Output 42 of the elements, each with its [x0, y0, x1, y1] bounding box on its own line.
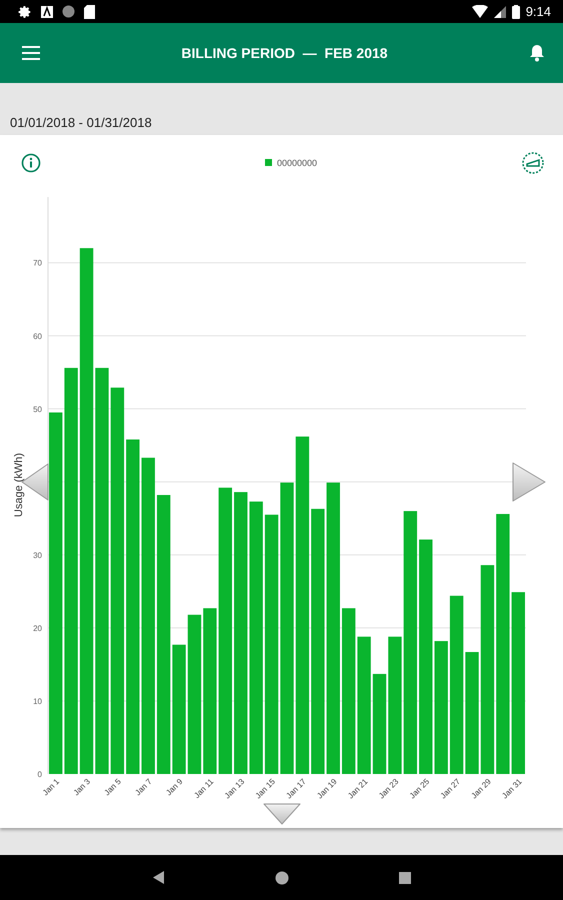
- y-tick-label: 60: [33, 332, 42, 341]
- x-tick-label: Jan 21: [346, 777, 370, 800]
- x-tick-label: Jan 15: [254, 777, 277, 800]
- x-tick-label: Jan 3: [72, 777, 92, 798]
- x-tick-label: Jan 23: [377, 777, 400, 800]
- clock-time: 9:14: [526, 4, 551, 19]
- wifi-icon: [472, 5, 488, 18]
- x-tick-label: Jan 29: [470, 777, 493, 800]
- app-icon: [41, 6, 53, 18]
- home-icon[interactable]: [272, 868, 290, 886]
- signal-icon: [494, 6, 506, 18]
- y-tick-label: 0: [38, 770, 42, 779]
- x-tick-label: Jan 5: [102, 777, 123, 798]
- x-tick-label: Jan 27: [438, 777, 462, 800]
- y-tick-label: 20: [33, 624, 42, 633]
- expand-arrow[interactable]: [262, 802, 302, 826]
- menu-icon[interactable]: [20, 44, 42, 62]
- x-tick-label: Jan 31: [500, 777, 524, 800]
- sd-card-icon: [84, 4, 95, 18]
- y-tick-label: 30: [33, 550, 42, 560]
- info-icon[interactable]: [19, 150, 43, 174]
- y-tick-label: 50: [33, 404, 42, 414]
- legend-label: 00000000: [276, 158, 318, 168]
- y-tick-label: 70: [33, 258, 42, 268]
- recents-icon[interactable]: [396, 870, 412, 886]
- y-axis-label: Usage (kWh): [13, 452, 25, 518]
- x-tick-label: Jan 7: [133, 777, 154, 798]
- battery-icon: [512, 4, 520, 18]
- x-tick-label: Jan 17: [284, 777, 308, 800]
- x-tick-label: Jan 9: [164, 777, 184, 798]
- x-tick-label: Jan 13: [222, 777, 246, 800]
- date-range: 01/01/2018 - 01/31/2018: [10, 115, 152, 130]
- circle-icon: [62, 5, 75, 18]
- back-icon[interactable]: [150, 869, 166, 886]
- y-tick-label: 10: [33, 696, 42, 706]
- settings-icon: [18, 4, 32, 18]
- x-tick-label: Jan 25: [408, 777, 432, 800]
- next-arrow[interactable]: [511, 461, 547, 503]
- app-bar-title: BILLING PERIOD — FEB 2018: [181, 45, 388, 61]
- x-tick-label: Jan 11: [192, 777, 216, 800]
- x-tick-label: Jan 19: [315, 777, 339, 800]
- x-tick-label: Jan 1: [40, 777, 62, 798]
